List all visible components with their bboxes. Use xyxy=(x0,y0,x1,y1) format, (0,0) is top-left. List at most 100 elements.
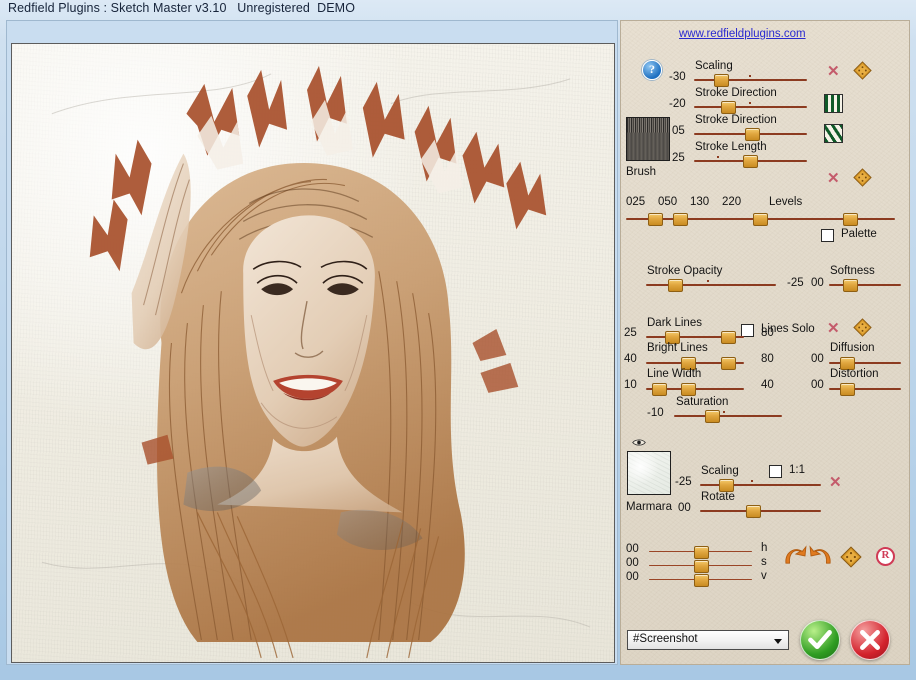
redo-icon[interactable] xyxy=(808,545,834,565)
marmara-label: Marmara xyxy=(626,501,673,513)
softness-track[interactable] xyxy=(829,284,901,286)
line-width-knob-low[interactable] xyxy=(652,383,667,396)
dark-lines-label: Dark Lines xyxy=(647,317,702,329)
scaling-center-tick xyxy=(749,75,751,77)
reset-levels-x-icon[interactable]: ✕ xyxy=(827,171,840,186)
stroke-length-value: 25 xyxy=(672,152,685,164)
levels-value-1: 050 xyxy=(658,196,678,208)
bright-lines-label: Bright Lines xyxy=(647,342,708,354)
softness-value: 00 xyxy=(811,277,824,289)
distortion-value: 00 xyxy=(811,379,824,391)
levels-label: Levels xyxy=(769,196,803,208)
dark-lines-value-right: 80 xyxy=(761,327,774,339)
texture-scaling-tick xyxy=(751,480,753,482)
undo-icon[interactable] xyxy=(782,545,808,565)
preset-dropdown[interactable]: #Screenshot xyxy=(627,630,789,650)
levels-knob-1[interactable] xyxy=(673,213,688,226)
levels-knob-3[interactable] xyxy=(843,213,858,226)
reset-texture-x-icon[interactable]: ✕ xyxy=(829,475,842,490)
scaling-track[interactable] xyxy=(694,79,807,81)
saturation-knob[interactable] xyxy=(705,410,720,423)
title-bar: Redfield Plugins : Sketch Master v3.10 U… xyxy=(0,0,916,18)
randomize-all-diamond-icon[interactable] xyxy=(840,546,862,568)
palette-label: Palette xyxy=(841,228,877,240)
randomize-diamond-icon[interactable] xyxy=(853,61,872,80)
hsv-knob-s[interactable] xyxy=(694,560,709,573)
control-panel: www.redfieldplugins.com ? Brush Scaling … xyxy=(620,20,910,665)
texture-scaling-value: -25 xyxy=(675,476,692,488)
diffusion-value: 00 xyxy=(811,353,824,365)
website-link[interactable]: www.redfieldplugins.com xyxy=(679,28,806,40)
preview-pane xyxy=(6,20,618,665)
reset-all-r-glyph: R xyxy=(881,549,890,561)
hsv-value-h: 00 xyxy=(626,543,639,555)
help-icon[interactable]: ? xyxy=(642,60,662,80)
bright-lines-value-right: 80 xyxy=(761,353,774,365)
stroke-direction-1-label: Stroke Direction xyxy=(695,87,777,99)
visibility-eye-icon[interactable] xyxy=(632,438,646,447)
reset-all-r-icon[interactable]: R xyxy=(876,547,895,566)
hsv-knob-v[interactable] xyxy=(694,574,709,587)
brush-texture-swatch[interactable] xyxy=(626,117,670,161)
texture-rotate-knob[interactable] xyxy=(746,505,761,518)
bright-lines-value-left: 40 xyxy=(624,353,637,365)
hsv-label-s: s xyxy=(761,556,767,568)
line-width-value-right: 40 xyxy=(761,379,774,391)
hsv-value-s: 00 xyxy=(626,557,639,569)
stroke-direction-2-value: 05 xyxy=(672,125,685,137)
stroke-direction-2-knob[interactable] xyxy=(745,128,760,141)
stroke-opacity-tick xyxy=(707,280,709,282)
sketch-artwork xyxy=(41,65,591,659)
texture-rotate-label: Rotate xyxy=(701,491,735,503)
saturation-track[interactable] xyxy=(674,415,782,417)
palette-checkbox[interactable] xyxy=(821,229,834,242)
stroke-opacity-knob[interactable] xyxy=(668,279,683,292)
hsv-knob-h[interactable] xyxy=(694,546,709,559)
one-to-one-checkbox[interactable] xyxy=(769,465,782,478)
stroke-length-knob[interactable] xyxy=(743,155,758,168)
preset-dropdown-value: #Screenshot xyxy=(633,633,698,645)
line-width-label: Line Width xyxy=(647,368,702,380)
ok-button[interactable] xyxy=(800,620,840,660)
levels-value-2: 130 xyxy=(690,196,710,208)
cancel-button[interactable] xyxy=(850,620,890,660)
randomize-levels-diamond-icon[interactable] xyxy=(853,168,872,187)
stroke-length-tick xyxy=(717,156,719,158)
line-width-knob-high[interactable] xyxy=(681,383,696,396)
stroke-direction-1-center-tick xyxy=(749,102,751,104)
randomize-lines-diamond-icon[interactable] xyxy=(853,318,872,337)
saturation-value: -10 xyxy=(647,407,664,419)
app-window: Redfield Plugins : Sketch Master v3.10 U… xyxy=(0,0,916,680)
stroke-opacity-value: -25 xyxy=(787,277,804,289)
stroke-direction-1-knob[interactable] xyxy=(721,101,736,114)
pattern-diagonal-icon[interactable] xyxy=(824,124,843,143)
reset-lines-x-icon[interactable]: ✕ xyxy=(827,321,840,336)
stroke-direction-2-label: Stroke Direction xyxy=(695,114,777,126)
pattern-vertical-icon[interactable] xyxy=(824,94,843,113)
line-width-value-left: 10 xyxy=(624,379,637,391)
bright-lines-knob-high[interactable] xyxy=(721,357,736,370)
levels-knob-2[interactable] xyxy=(753,213,768,226)
stroke-direction-1-value: -20 xyxy=(669,98,686,110)
distortion-knob[interactable] xyxy=(840,383,855,396)
scaling-value: -30 xyxy=(669,71,686,83)
hsv-label-h: h xyxy=(761,542,768,554)
window-title: Redfield Plugins : Sketch Master v3.10 U… xyxy=(8,1,356,15)
texture-scaling-label: Scaling xyxy=(701,465,739,477)
image-preview[interactable] xyxy=(11,43,615,663)
stroke-direction-1-track[interactable] xyxy=(694,106,807,108)
softness-knob[interactable] xyxy=(843,279,858,292)
check-icon xyxy=(808,630,832,650)
scaling-knob[interactable] xyxy=(714,74,729,87)
saturation-tick xyxy=(723,411,725,413)
marmara-texture-swatch[interactable] xyxy=(627,451,671,495)
texture-rotate-value: 00 xyxy=(678,502,691,514)
softness-label: Softness xyxy=(830,265,875,277)
reset-scaling-x-icon[interactable]: ✕ xyxy=(827,64,840,79)
levels-knob-0[interactable] xyxy=(648,213,663,226)
dark-lines-value-left: 25 xyxy=(624,327,637,339)
help-icon-glyph: ? xyxy=(649,62,655,76)
stroke-opacity-track[interactable] xyxy=(646,284,776,286)
scaling-label: Scaling xyxy=(695,60,733,72)
dark-lines-knob-high[interactable] xyxy=(721,331,736,344)
